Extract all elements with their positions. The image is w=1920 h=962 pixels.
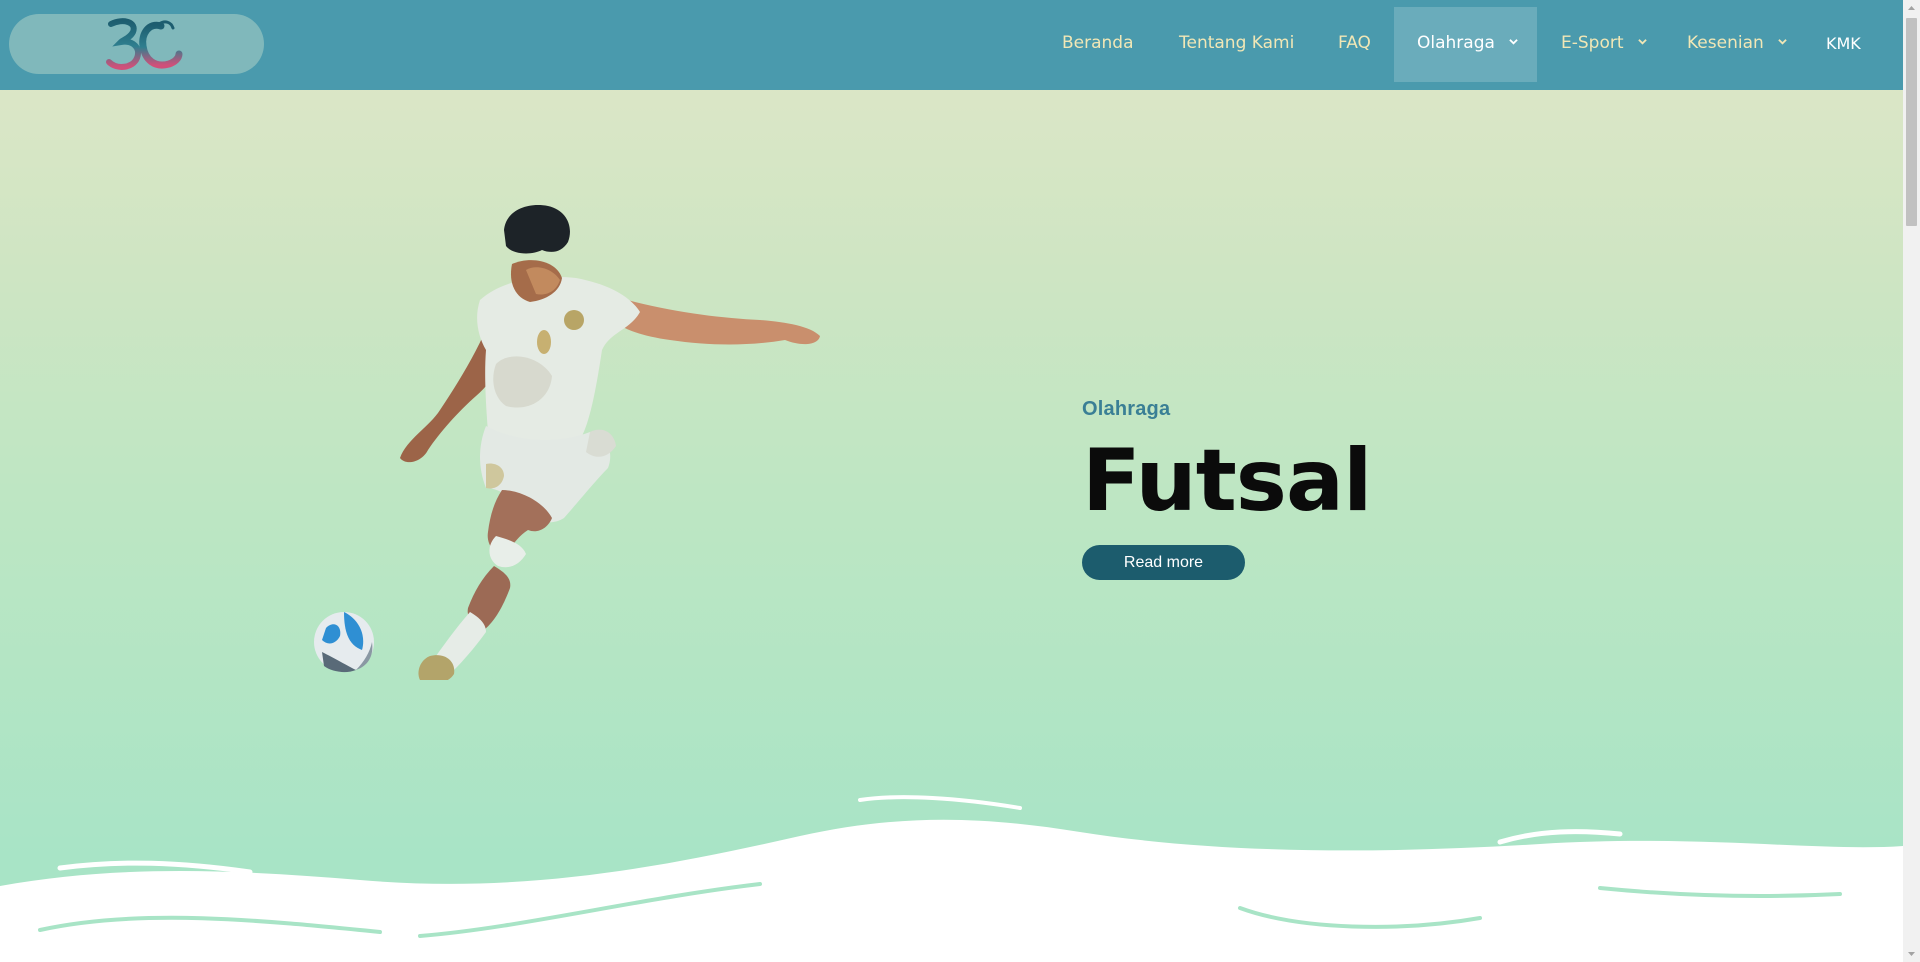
nav-kmk[interactable]: KMK xyxy=(1826,7,1861,82)
page-viewport: 3C Beranda Tentang Kami xyxy=(0,0,1903,962)
scroll-up-arrow-icon[interactable] xyxy=(1903,0,1920,17)
read-more-button[interactable]: Read more xyxy=(1082,545,1245,580)
scrollbar-thumb[interactable] xyxy=(1906,18,1917,226)
nav-e-sport-label: E-Sport xyxy=(1561,33,1624,53)
scroll-down-arrow-icon[interactable] xyxy=(1903,945,1920,962)
nav-kesenian-label: Kesenian xyxy=(1687,33,1764,53)
nav-beranda[interactable]: Beranda xyxy=(1062,7,1134,82)
nav-faq[interactable]: FAQ xyxy=(1338,7,1371,82)
hero-content: Olahraga Futsal Read more xyxy=(1082,398,1582,580)
chevron-down-icon xyxy=(1509,38,1519,45)
nav-kesenian[interactable]: Kesenian xyxy=(1687,7,1787,82)
chevron-down-icon xyxy=(1778,38,1787,45)
nav-kmk-label: KMK xyxy=(1826,34,1861,53)
nav-tentang-kami[interactable]: Tentang Kami xyxy=(1179,7,1294,82)
hero-eyebrow: Olahraga xyxy=(1082,398,1171,420)
nav-e-sport[interactable]: E-Sport xyxy=(1561,7,1647,82)
main-nav: Beranda Tentang Kami FAQ Olahraga E-Spor… xyxy=(0,7,1903,82)
hero-title: Futsal xyxy=(1082,431,1373,531)
vertical-scrollbar[interactable] xyxy=(1903,0,1920,962)
nav-olahraga[interactable]: Olahraga xyxy=(1394,7,1537,82)
nav-olahraga-label: Olahraga xyxy=(1417,33,1495,53)
football-player-illustration xyxy=(314,205,820,680)
soccer-ball-icon xyxy=(314,612,374,673)
chevron-down-icon xyxy=(1638,38,1647,45)
nav-beranda-label: Beranda xyxy=(1062,33,1134,53)
wave-divider xyxy=(0,795,1903,962)
nav-faq-label: FAQ xyxy=(1338,33,1371,53)
site-header: 3C Beranda Tentang Kami xyxy=(0,0,1903,90)
nav-tentang-kami-label: Tentang Kami xyxy=(1179,33,1295,53)
